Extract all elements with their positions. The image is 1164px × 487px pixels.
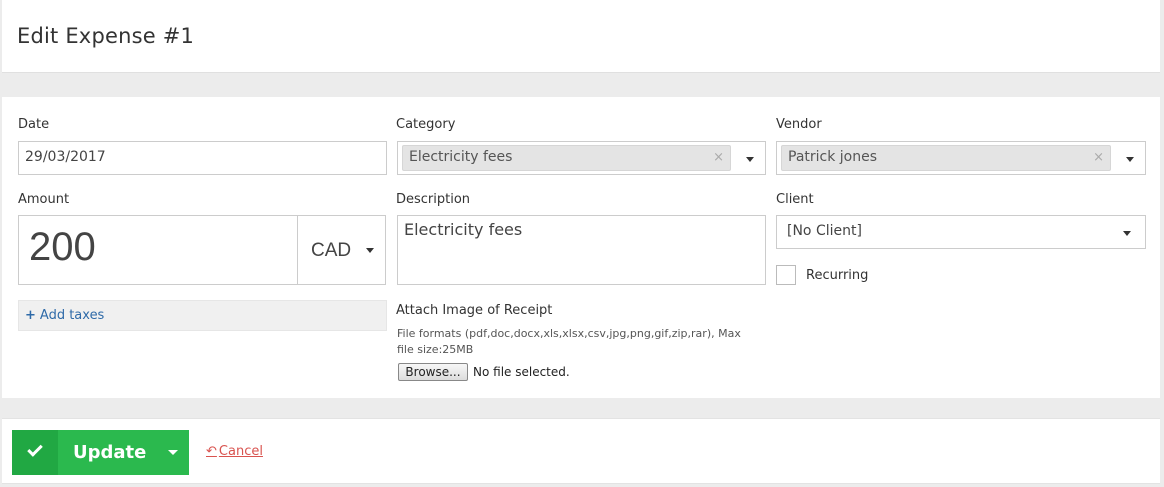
client-label: Client — [776, 192, 814, 207]
amount-input[interactable]: 200 CAD — [18, 215, 386, 285]
category-value: Electricity fees — [409, 149, 513, 165]
description-label: Description — [396, 192, 471, 207]
date-label: Date — [18, 117, 50, 132]
file-format-note: File formats (pdf,doc,docx,xls,xlsx,csv,… — [397, 327, 741, 356]
vendor-selected-tag: Patrick jones × — [781, 145, 1111, 171]
chevron-down-icon[interactable] — [1126, 157, 1134, 162]
chevron-down-icon[interactable] — [366, 248, 374, 253]
currency-value: CAD — [311, 240, 352, 261]
category-label: Category — [396, 117, 456, 132]
page-title: Edit Expense #1 — [17, 24, 195, 48]
plus-icon: + — [25, 308, 36, 323]
description-value: Electricity fees — [404, 220, 523, 239]
add-taxes-bar: + Add taxes — [18, 300, 387, 331]
client-value: [No Client] — [787, 223, 862, 239]
category-select[interactable]: Electricity fees × — [397, 141, 766, 175]
category-selected-tag: Electricity fees × — [402, 145, 731, 171]
vendor-select[interactable]: Patrick jones × — [776, 141, 1146, 175]
amount-value: 200 — [29, 225, 96, 269]
file-status: No file selected. — [473, 365, 570, 379]
recurring-label: Recurring — [806, 268, 869, 283]
clear-category-icon[interactable]: × — [713, 150, 724, 165]
currency-select[interactable]: CAD — [297, 216, 385, 284]
vendor-value: Patrick jones — [788, 149, 878, 165]
page-header: Edit Expense #1 — [2, 0, 1160, 73]
clear-vendor-icon[interactable]: × — [1093, 150, 1104, 165]
update-button-group[interactable]: Update — [12, 430, 189, 475]
client-select[interactable]: [No Client] — [776, 215, 1146, 249]
form-actions: Update ↶ Cancel — [2, 418, 1160, 484]
vendor-label: Vendor — [776, 117, 822, 132]
cancel-link[interactable]: ↶ Cancel — [206, 444, 263, 459]
caret-down-icon — [168, 450, 178, 455]
update-menu-toggle[interactable] — [156, 430, 189, 475]
undo-icon: ↶ — [206, 444, 217, 459]
browse-button[interactable]: Browse... — [398, 363, 468, 381]
attach-receipt-label: Attach Image of Receipt — [396, 303, 553, 318]
amount-label: Amount — [18, 192, 70, 207]
update-button[interactable]: Update — [73, 442, 146, 463]
expense-form: Date 29/03/2017 Category Electricity fee… — [2, 97, 1160, 398]
update-check-area[interactable] — [12, 430, 58, 475]
add-taxes-link[interactable]: + Add taxes — [25, 308, 104, 323]
chevron-down-icon[interactable] — [746, 157, 754, 162]
check-icon — [27, 441, 43, 457]
recurring-checkbox[interactable] — [776, 265, 796, 285]
date-input[interactable]: 29/03/2017 — [18, 141, 387, 175]
date-value: 29/03/2017 — [25, 149, 106, 165]
cancel-label: Cancel — [218, 444, 263, 459]
description-textarea[interactable]: Electricity fees — [397, 215, 766, 285]
add-taxes-label: Add taxes — [39, 308, 105, 323]
chevron-down-icon[interactable] — [1123, 231, 1131, 236]
